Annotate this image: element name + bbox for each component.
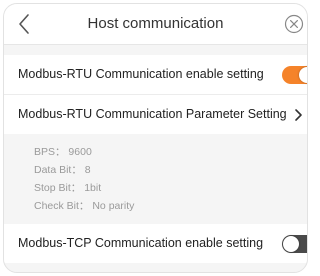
- rtu-enable-toggle[interactable]: [282, 66, 307, 84]
- rtu-parameter-summary: BPS： 9600 Data Bit： 8 Stop Bit： 1bit Che…: [4, 135, 307, 215]
- toggle-knob: [299, 67, 307, 83]
- param-bps: BPS： 9600: [34, 146, 92, 158]
- page-title: Host communication: [87, 15, 224, 32]
- chevron-right-icon: [295, 109, 302, 121]
- tcp-enable-row: Modbus-TCP Communication enable setting: [4, 224, 307, 263]
- rtu-parameter-row[interactable]: Modbus-RTU Communication Parameter Setti…: [4, 95, 307, 134]
- toggle-knob: [283, 236, 299, 252]
- param-check-bit: Check Bit： No parity: [34, 200, 135, 212]
- app-screen: Host communication Modbus-RTU Communicat…: [3, 3, 308, 273]
- rtu-parameter-label: Modbus-RTU Communication Parameter Setti…: [18, 107, 287, 121]
- top-bar: Host communication: [4, 4, 307, 45]
- rtu-enable-label: Modbus-RTU Communication enable setting: [18, 67, 264, 81]
- param-stop-bit: Stop Bit： 1bit: [34, 182, 102, 194]
- param-data-bit: Data Bit： 8: [34, 164, 91, 176]
- tcp-enable-toggle[interactable]: [282, 235, 307, 253]
- close-circle-icon[interactable]: [284, 14, 304, 34]
- tcp-enable-label: Modbus-TCP Communication enable setting: [18, 236, 264, 250]
- rtu-enable-row: Modbus-RTU Communication enable setting: [4, 55, 307, 95]
